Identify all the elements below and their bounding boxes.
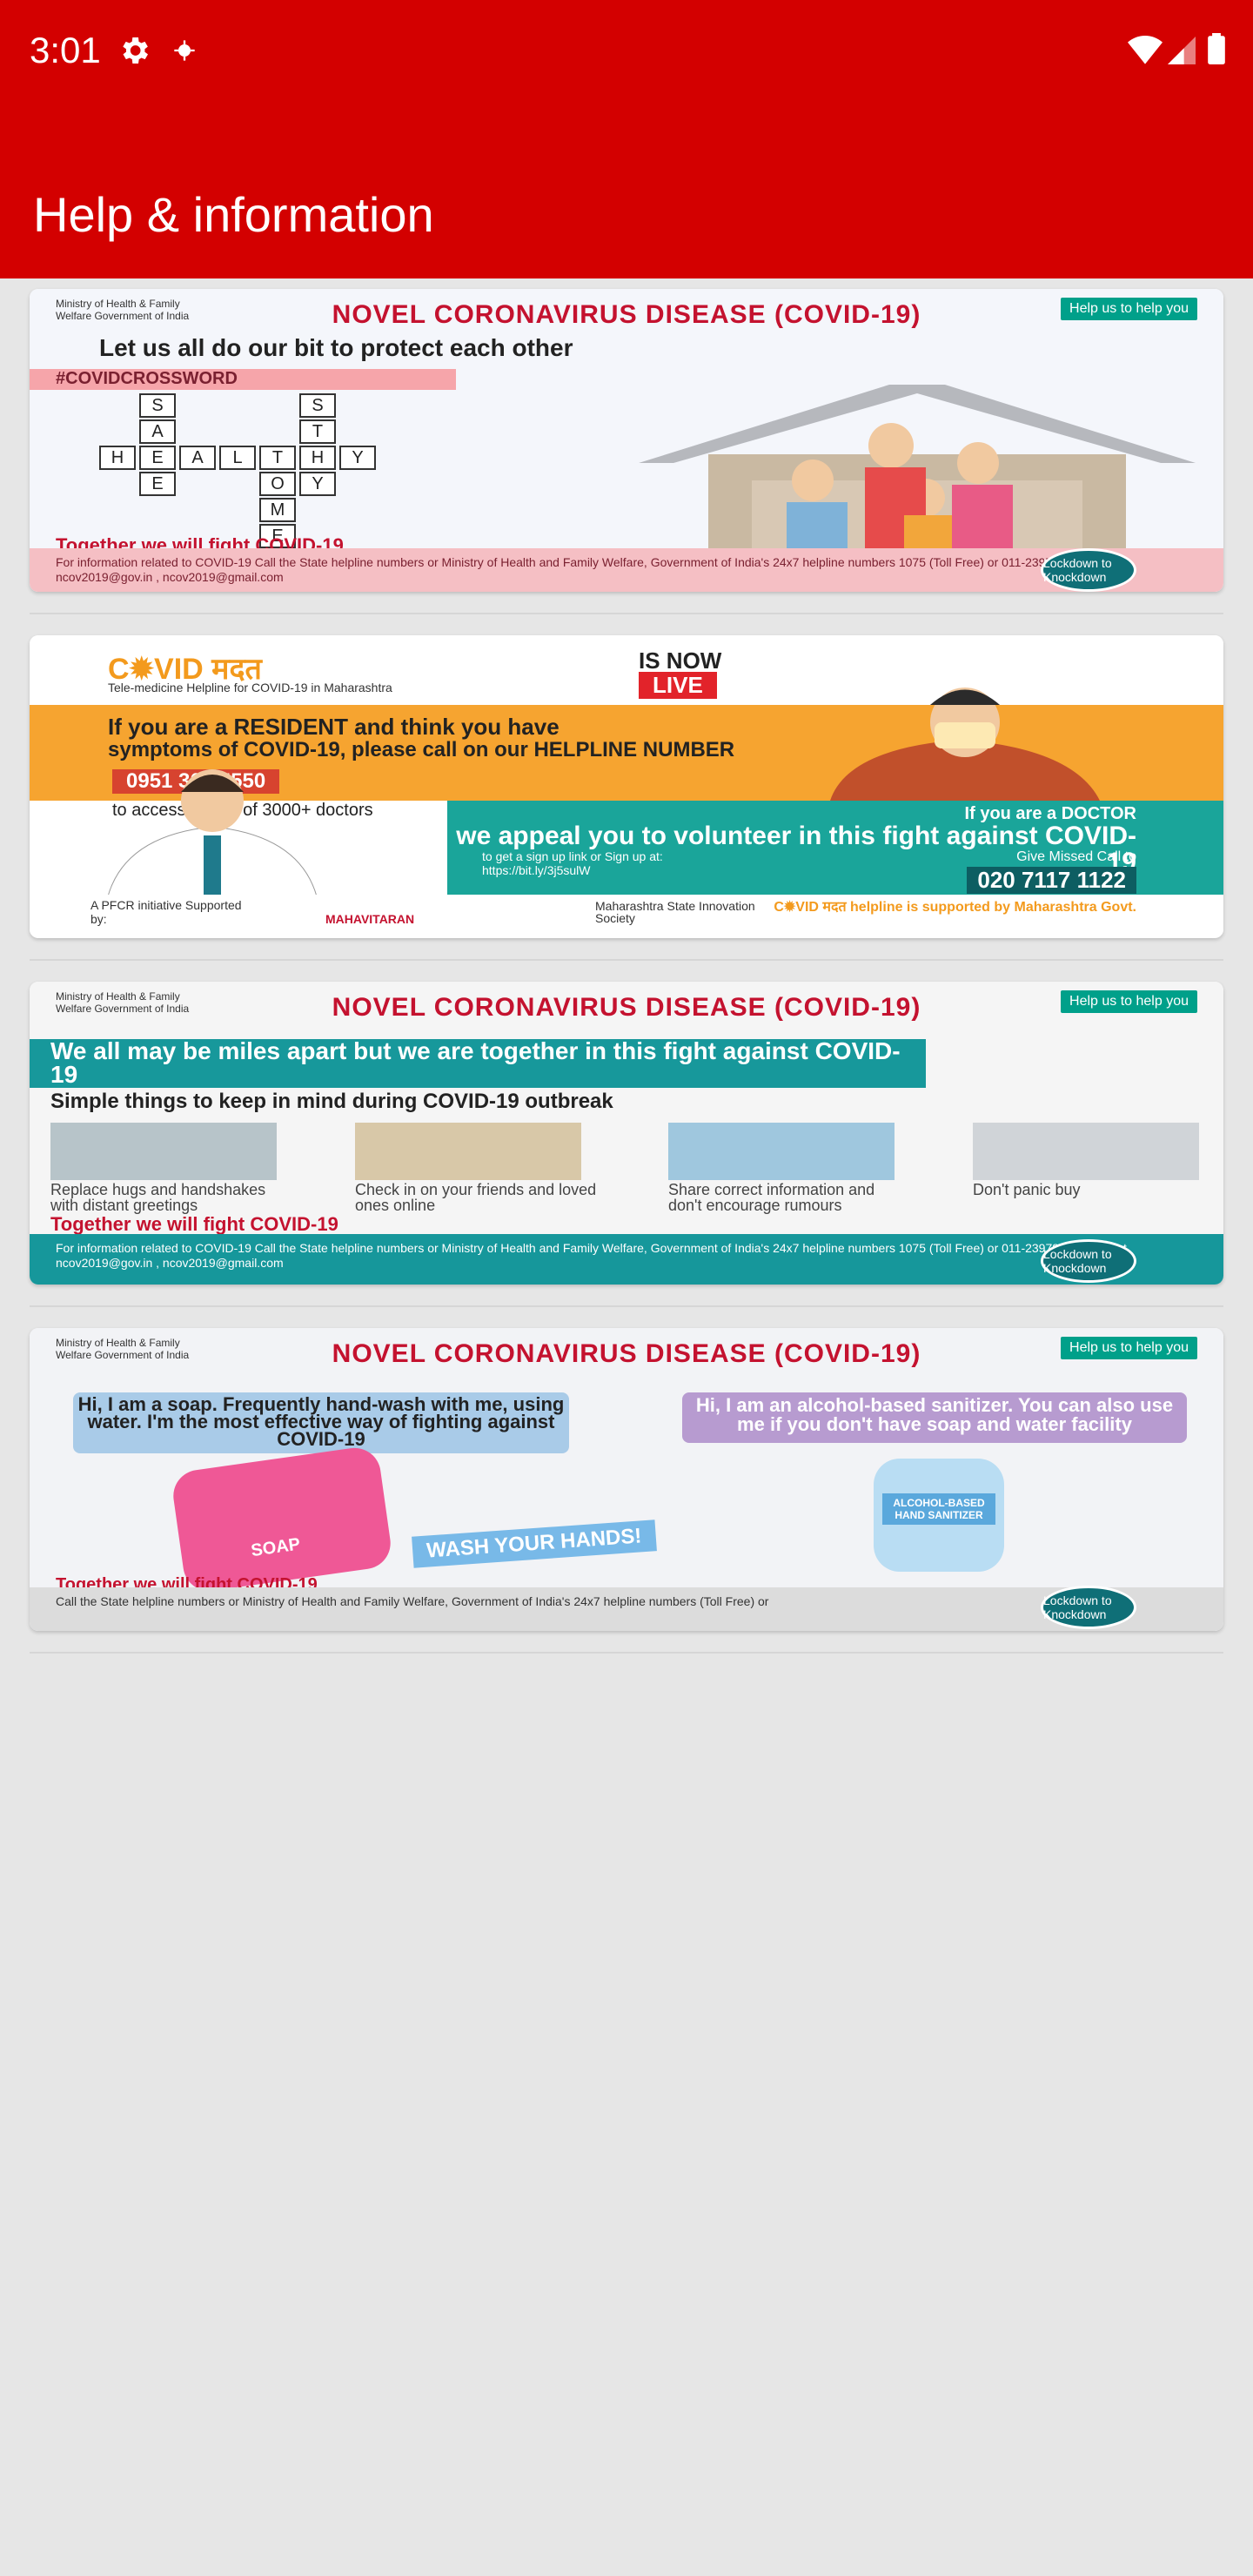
status-time: 3:01 <box>30 30 101 70</box>
soap-speech-bubble: Hi, I am a soap. Frequently hand-wash wi… <box>73 1392 569 1453</box>
wash-your-hands-banner: WASH YOUR HANDS! <box>412 1519 657 1568</box>
crossword-cell: E <box>139 472 176 496</box>
crossword-cell: M <box>259 498 296 522</box>
crossword-cell: Y <box>299 472 336 496</box>
info-card-stay-connected[interactable]: Ministry of Health & Family Welfare Gove… <box>30 982 1223 1285</box>
poster-tagline: Together we will fight COVID-19 <box>50 1213 338 1235</box>
sanitizer-speech-bubble: Hi, I am an alcohol-based sanitizer. You… <box>682 1392 1187 1443</box>
info-card-hand-wash[interactable]: Ministry of Health & Family Welfare Gove… <box>30 1328 1223 1631</box>
card-divider <box>30 1305 1223 1307</box>
signal-icon <box>1168 37 1196 64</box>
lockdown-logo: Lockdown to Knockdown <box>1041 548 1136 592</box>
tip-image-check-in <box>355 1123 581 1180</box>
crossword-cell: A <box>179 446 216 470</box>
doctor-illustration <box>107 769 318 896</box>
crossword-cell: E <box>139 446 176 470</box>
poster-image: Ministry of Health & Family Welfare Gove… <box>30 289 1223 592</box>
signup-text: to get a sign up link or Sign up at: htt… <box>482 849 663 877</box>
crossword-cell: Y <box>339 446 376 470</box>
crossword-cell: O <box>259 472 296 496</box>
settings-icon <box>123 37 148 64</box>
lockdown-logo: Lockdown to Knockdown <box>1041 1586 1136 1629</box>
soap-character: SOAP <box>170 1444 394 1595</box>
poster-header: NOVEL CORONAVIRUS DISEASE (COVID-19) <box>332 993 921 1022</box>
madat-credit: C✹VID मदत helpline is supported by Mahar… <box>774 900 1136 915</box>
resident-illustration <box>830 688 1100 801</box>
status-bar: 3:01 <box>0 0 1253 101</box>
partner-msins: Maharashtra State Innovation Society <box>595 899 755 925</box>
live-badge: LIVE <box>639 672 717 699</box>
partner-mahavitaran: MAHAVITARAN <box>325 912 415 926</box>
lockdown-logo: Lockdown to Knockdown <box>1041 1239 1136 1283</box>
tip-caption: Don't panic buy <box>973 1181 1081 1198</box>
page-title: Help & information <box>33 187 434 242</box>
crossword-cell: T <box>299 419 336 444</box>
poster-image: Ministry of Health & Family Welfare Gove… <box>30 982 1223 1285</box>
is-now-label: IS NOW <box>639 647 722 674</box>
sanitizer-character: ALCOHOL-BASED HAND SANITIZER <box>874 1459 1004 1572</box>
battery-icon <box>1208 33 1225 64</box>
card-divider <box>30 1652 1223 1654</box>
poster-headline: We all may be miles apart but we are tog… <box>30 1039 926 1088</box>
notification-dot-icon <box>174 40 195 61</box>
crossword-cell: H <box>99 446 136 470</box>
tip-caption: Replace hugs and handshakes with distant… <box>50 1181 266 1214</box>
tip-image-greetings <box>50 1123 277 1180</box>
info-card-covid-crossword[interactable]: Ministry of Health & Family Welfare Gove… <box>30 289 1223 592</box>
app-bar: 3:01 Help & information <box>0 0 1253 278</box>
poster-image: C✹VID मदत Tele-medicine Helpline for COV… <box>30 635 1223 938</box>
card-divider <box>30 959 1223 961</box>
brand-subtitle: Tele-medicine Helpline for COVID-19 in M… <box>108 681 392 694</box>
poster-headline: Let us all do our bit to protect each ot… <box>99 334 573 361</box>
tip-image-share-correct <box>668 1123 895 1180</box>
poster-image: Ministry of Health & Family Welfare Gove… <box>30 1328 1223 1631</box>
poster-hashtag: #COVIDCROSSWORD <box>30 369 456 390</box>
crossword-cell: T <box>259 446 296 470</box>
card-divider <box>30 613 1223 614</box>
info-card-covid-madat[interactable]: C✹VID मदत Tele-medicine Helpline for COV… <box>30 635 1223 938</box>
crossword-cell: H <box>299 446 336 470</box>
poster-header: NOVEL CORONAVIRUS DISEASE (COVID-19) <box>332 300 921 329</box>
crossword-cell: S <box>299 393 336 418</box>
doctor-helpline-number: 020 7117 1122 <box>967 867 1136 894</box>
tip-caption: Share correct information and don't enco… <box>668 1181 875 1214</box>
crossword-cell: A <box>139 419 176 444</box>
crossword-cell: S <box>139 393 176 418</box>
crossword-cell: L <box>219 446 256 470</box>
poster-subhead: Simple things to keep in mind during COV… <box>50 1090 613 1113</box>
partners-strip: A PFCR initiative Supported by: MAHAVITA… <box>30 895 1223 935</box>
tip-caption: Check in on your friends and loved ones … <box>355 1181 597 1214</box>
family-house-illustration <box>639 385 1196 559</box>
tip-image-no-panic <box>973 1123 1199 1180</box>
wifi-icon <box>1128 36 1163 64</box>
poster-header: NOVEL CORONAVIRUS DISEASE (COVID-19) <box>332 1339 921 1368</box>
